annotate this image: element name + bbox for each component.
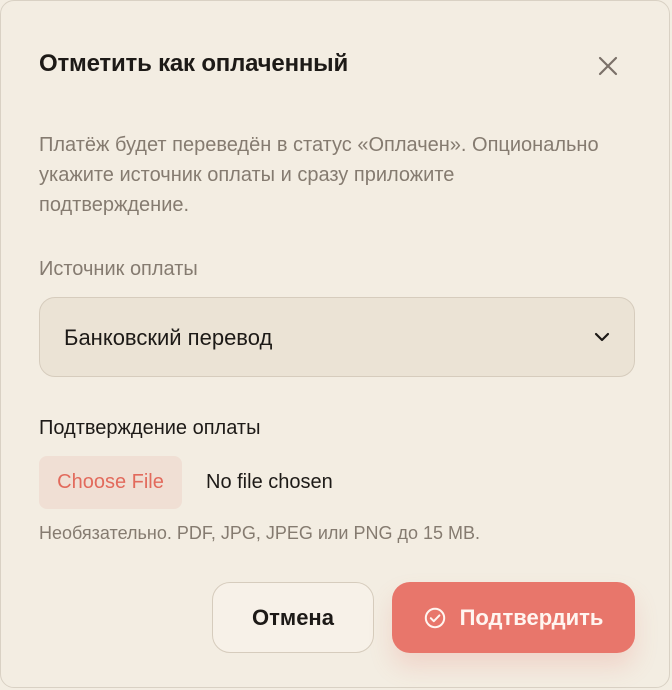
- confirm-button-label: Подтвердить: [459, 604, 604, 630]
- confirm-button[interactable]: Подтвердить: [392, 582, 635, 653]
- payment-source-label: Источник оплаты: [39, 258, 198, 280]
- check-circle-icon: [424, 607, 445, 628]
- mark-paid-dialog: Отметить как оплаченный Платёж будет пер…: [0, 0, 670, 688]
- chevron-down-icon: [594, 332, 610, 342]
- dialog-title: Отметить как оплаченный: [39, 50, 349, 77]
- close-button[interactable]: [591, 49, 625, 83]
- file-hint: Необязательно. PDF, JPG, JPEG или PNG до…: [39, 523, 481, 543]
- dialog-description: Платёж будет переведён в статус «Оплачен…: [39, 134, 599, 216]
- payment-source-select[interactable]: Банковский перевод: [39, 297, 635, 377]
- payment-source-value: Банковский перевод: [64, 325, 273, 350]
- close-icon: [598, 56, 618, 76]
- cancel-button-label: Отмена: [252, 604, 334, 630]
- payment-confirmation-label: Подтверждение оплаты: [39, 417, 261, 439]
- cancel-button[interactable]: Отмена: [212, 582, 374, 653]
- choose-file-button[interactable]: Choose File: [39, 456, 182, 509]
- file-status-text: No file chosen: [206, 471, 333, 493]
